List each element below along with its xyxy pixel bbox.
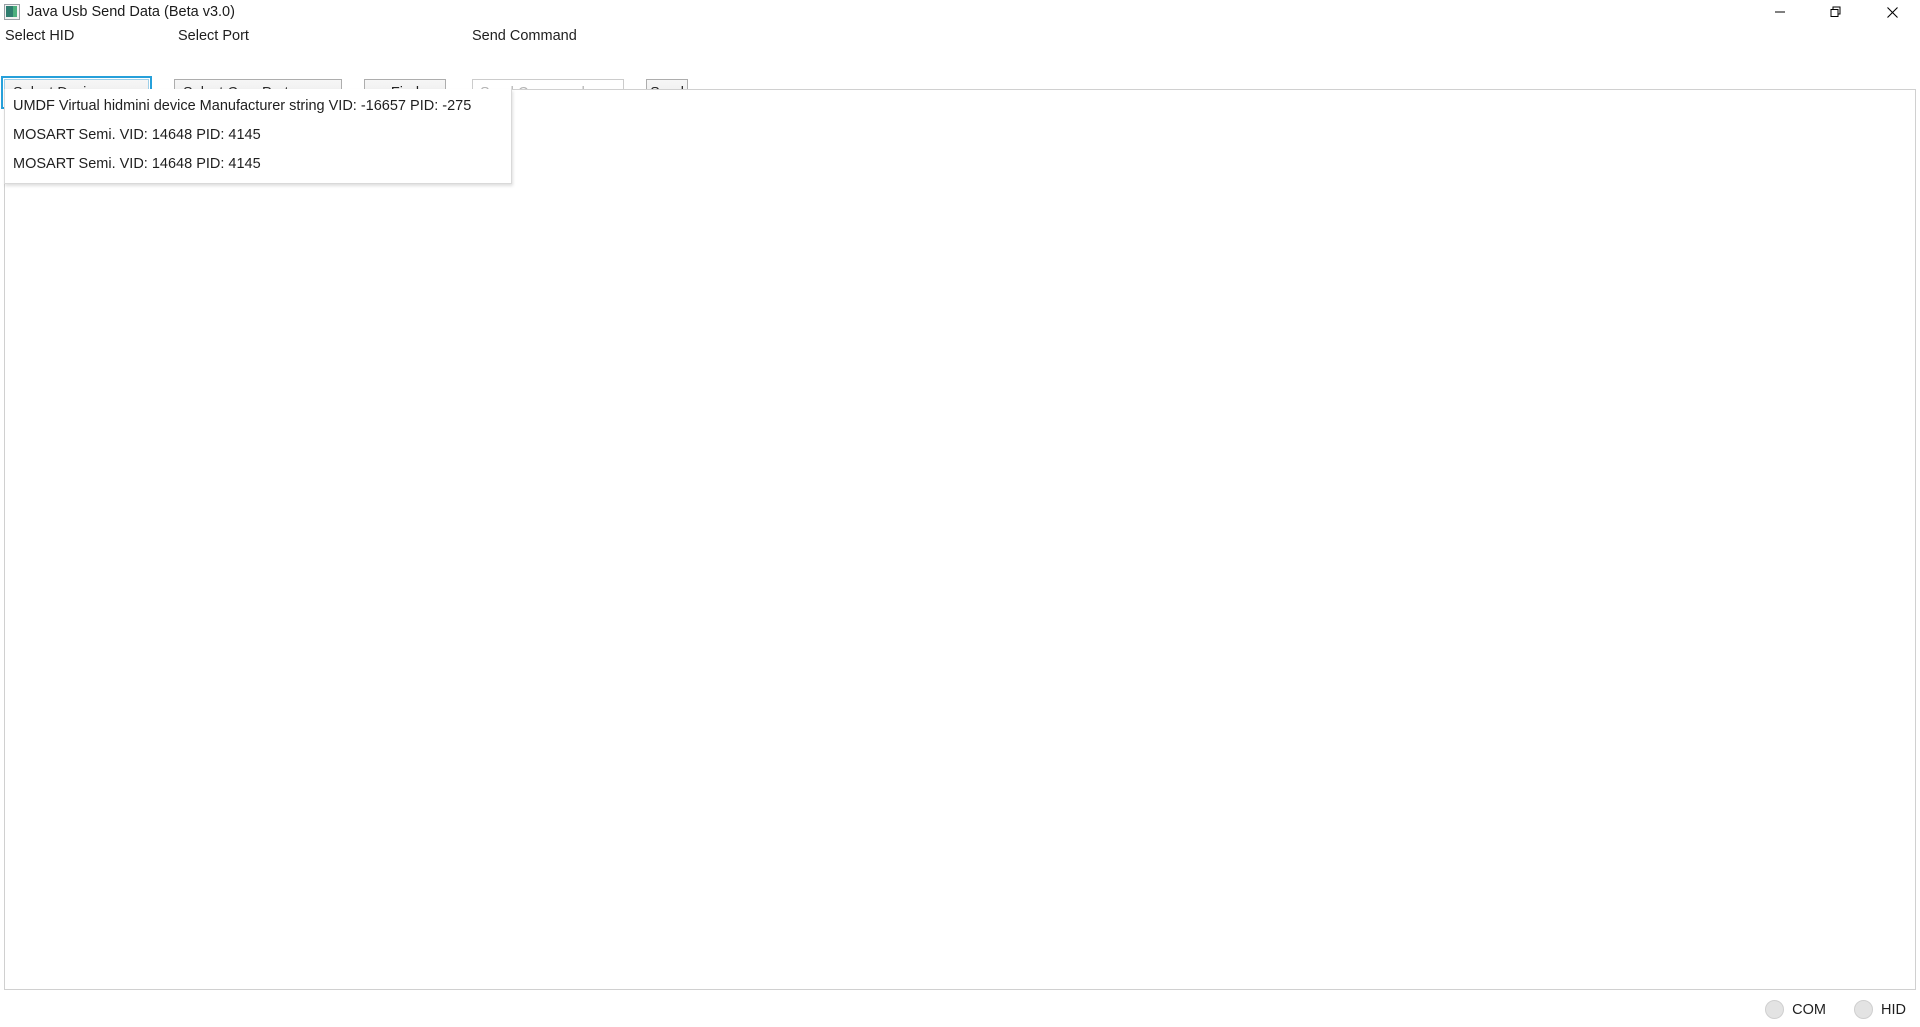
hid-status-led bbox=[1854, 1000, 1874, 1019]
app-icon bbox=[4, 4, 20, 20]
send-command-label: Send Command bbox=[472, 28, 577, 44]
list-item[interactable]: MOSART Semi. VID: 14648 PID: 4145 bbox=[5, 150, 511, 179]
status-indicator-com: COM bbox=[1765, 1000, 1826, 1019]
toolbar: Select HID Select Device Select Port Sel… bbox=[0, 24, 1920, 109]
hid-status-label: HID bbox=[1881, 1001, 1906, 1018]
window-title: Java Usb Send Data (Beta v3.0) bbox=[27, 4, 235, 20]
list-item[interactable]: MOSART Semi. VID: 14648 PID: 4145 bbox=[5, 121, 511, 150]
list-item[interactable]: UMDF Virtual hidmini device Manufacturer… bbox=[5, 92, 511, 121]
select-hid-dropdown-list[interactable]: UMDF Virtual hidmini device Manufacturer… bbox=[4, 89, 512, 184]
select-port-label: Select Port bbox=[178, 28, 249, 44]
close-button[interactable] bbox=[1864, 0, 1920, 24]
minimize-button[interactable] bbox=[1752, 0, 1808, 24]
window-controls bbox=[1752, 0, 1920, 24]
restore-button[interactable] bbox=[1808, 0, 1864, 24]
status-indicator-hid: HID bbox=[1854, 1000, 1906, 1019]
minimize-icon bbox=[1774, 6, 1786, 18]
select-hid-label: Select HID bbox=[5, 28, 75, 44]
output-textarea[interactable] bbox=[4, 89, 1916, 990]
restore-icon bbox=[1829, 5, 1843, 19]
com-status-led bbox=[1765, 1000, 1785, 1019]
window-titlebar: Java Usb Send Data (Beta v3.0) bbox=[0, 0, 1920, 24]
close-icon bbox=[1886, 6, 1899, 19]
status-bar: COM HID bbox=[0, 992, 1920, 1027]
com-status-label: COM bbox=[1792, 1001, 1827, 1018]
